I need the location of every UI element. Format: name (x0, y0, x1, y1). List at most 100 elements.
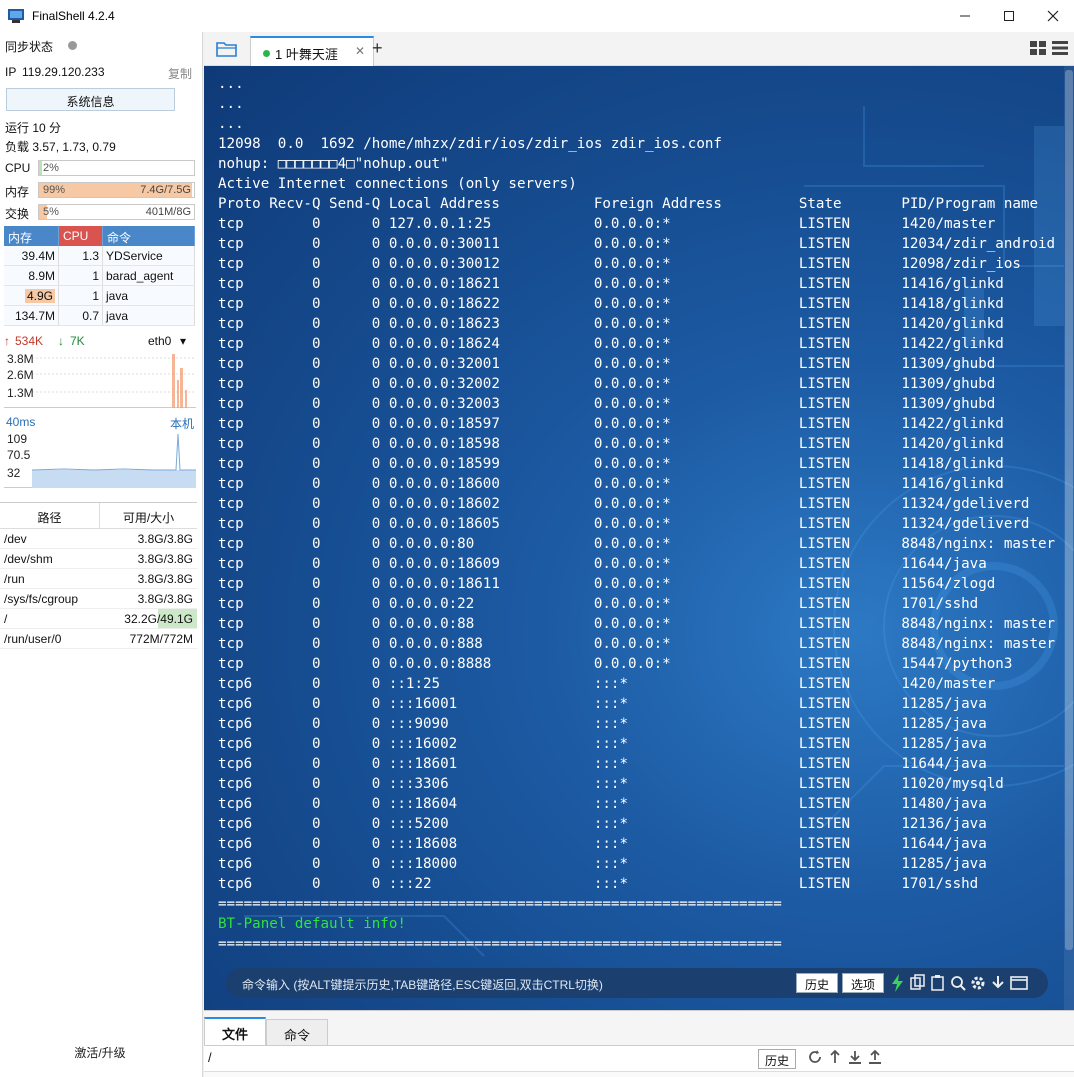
gear-icon[interactable] (970, 974, 986, 992)
search-icon[interactable] (950, 974, 966, 992)
upload-icon[interactable] (868, 1050, 882, 1064)
tab-close-icon[interactable]: ✕ (355, 44, 365, 58)
close-icon (1047, 10, 1059, 22)
terminal-line: tcp6 0 0 :::18601 :::* LISTEN 11644/java (218, 756, 987, 772)
proc-header-cmd[interactable]: 命令 (103, 226, 195, 246)
lightning-icon[interactable] (890, 974, 906, 992)
upload-arrow-icon: ↑ (4, 334, 10, 348)
minimize-icon (960, 15, 970, 17)
terminal-line: tcp 0 0 0.0.0.0:18609 0.0.0.0:* LISTEN 1… (218, 556, 987, 572)
disk-header-path[interactable]: 路径 (0, 503, 100, 528)
swap-amount: 401M/8G (145, 206, 191, 218)
ping-tick: 109 (7, 432, 28, 446)
upgrade-link[interactable]: 激活/升级 (0, 1044, 200, 1061)
download-icon[interactable] (848, 1050, 862, 1064)
paste-icon[interactable] (930, 974, 946, 992)
list-layout-icon[interactable] (1052, 41, 1068, 55)
disk-header-size[interactable]: 可用/大小 (100, 503, 197, 528)
copy-ip-button[interactable]: 复制 (168, 65, 192, 82)
proc-cpu: 0.7 (59, 306, 103, 325)
terminal-scrollbar[interactable] (1064, 66, 1074, 1010)
grid-layout-icon[interactable] (1030, 41, 1046, 55)
terminal-line: tcp 0 0 127.0.0.1:25 0.0.0.0:* LISTEN 14… (218, 216, 996, 232)
copy-icon[interactable] (910, 974, 926, 992)
table-row[interactable]: 8.9M 1 barad_agent (4, 266, 195, 286)
terminal-line: tcp6 0 0 :::9090 :::* LISTEN 11285/java (218, 716, 987, 732)
table-row[interactable]: 39.4M 1.3 YDService (4, 246, 195, 266)
disk-table: 路径 可用/大小 /dev 3.8G/3.8G /dev/shm 3.8G/3.8G… (0, 502, 197, 649)
sidebar: 同步状态 IP 119.29.120.233 复制 系统信息 运行 10 分 负… (0, 32, 203, 1077)
options-button[interactable]: 选项 (842, 973, 885, 993)
table-row[interactable]: 134.7M 0.7 java (4, 306, 195, 326)
up-directory-icon[interactable] (828, 1050, 842, 1064)
sysinfo-button[interactable]: 系统信息 (6, 88, 175, 111)
ip-label: IP (5, 65, 17, 79)
disk-path: /run (4, 572, 25, 586)
table-row[interactable]: /sys/fs/cgroup 3.8G/3.8G (0, 589, 197, 609)
table-row[interactable]: 4.9G 1 java (4, 286, 195, 306)
terminal-line: tcp 0 0 0.0.0.0:18621 0.0.0.0:* LISTEN 1… (218, 276, 1004, 292)
layout-icons (1030, 41, 1068, 55)
table-row[interactable]: /run/user/0 772M/772M (0, 629, 197, 649)
path-history-button[interactable]: 历史 (758, 1049, 797, 1069)
maximize-button[interactable] (986, 0, 1032, 32)
command-toolbar (890, 974, 1028, 992)
minimize-button[interactable] (942, 0, 988, 32)
proc-cpu: 1 (59, 286, 103, 305)
ping-tick: 70.5 (7, 448, 31, 462)
terminal[interactable]: ......... 12098 0.0 1692 /home/mhzx/zdir/… (204, 66, 1074, 1010)
terminal-line: tcp6 0 0 :::18608 :::* LISTEN 11644/java (218, 836, 987, 852)
table-row[interactable]: / 32.2G/49.1G (0, 609, 197, 629)
cpu-bar-fill (39, 161, 43, 175)
path-bar: / 历史 (204, 1045, 1074, 1071)
sync-status-dot-icon (68, 41, 77, 50)
tab-label: 1 叶舞天涯 (275, 47, 338, 62)
proc-header-cpu[interactable]: CPU (59, 226, 103, 246)
terminal-line: 12098 0.0 1692 /home/mhzx/zdir/ios/zdir_… (218, 136, 722, 152)
disk-size: 772M/772M (129, 632, 193, 646)
path-input[interactable]: / (208, 1050, 212, 1065)
app-logo-icon (8, 9, 24, 23)
proc-mem-highlight: 4.9G (24, 289, 55, 303)
terminal-line: ... (218, 96, 244, 112)
cpu-percent: 2% (43, 162, 59, 174)
download-arrow-icon[interactable] (990, 974, 1006, 992)
command-input[interactable]: 命令输入 (按ALT键提示历史,TAB键路径,ESC键返回,双击CTRL切换) … (226, 968, 1048, 998)
proc-header-mem[interactable]: 内存 (4, 226, 59, 246)
cpu-bar: 2% (38, 160, 195, 176)
terminal-line: tcp6 0 0 :::5200 :::* LISTEN 12136/java (218, 816, 987, 832)
terminal-line: tcp 0 0 0.0.0.0:80 0.0.0.0:* LISTEN 8848… (218, 536, 1056, 552)
tab-commands[interactable]: 命令 (266, 1019, 328, 1045)
ping-chart: 109 70.5 32 (4, 430, 196, 488)
tab-session-1[interactable]: 1 叶舞天涯 ✕ (250, 36, 374, 66)
terminal-line: tcp 0 0 0.0.0.0:32001 0.0.0.0:* LISTEN 1… (218, 356, 996, 372)
folder-icon[interactable] (216, 40, 238, 58)
net-iface-select[interactable]: eth0 (148, 334, 171, 348)
disk-size: 3.8G/3.8G (137, 552, 193, 566)
terminal-line: tcp 0 0 0.0.0.0:88 0.0.0.0:* LISTEN 8848… (218, 616, 1056, 632)
tab-files[interactable]: 文件 (204, 1017, 266, 1045)
net-tick: 1.3M (7, 386, 34, 400)
history-button[interactable]: 历史 (796, 973, 839, 993)
terminal-line: ========================================… (218, 896, 782, 912)
terminal-line: tcp 0 0 0.0.0.0:32002 0.0.0.0:* LISTEN 1… (218, 376, 996, 392)
table-row[interactable]: /dev/shm 3.8G/3.8G (0, 549, 197, 569)
chevron-down-icon[interactable]: ▾ (180, 334, 186, 348)
refresh-icon[interactable] (808, 1050, 822, 1064)
terminal-scrollbar-thumb[interactable] (1065, 70, 1073, 950)
terminal-line: tcp 0 0 0.0.0.0:18611 0.0.0.0:* LISTEN 1… (218, 576, 996, 592)
terminal-line: tcp6 0 0 :::22 :::* LISTEN 1701/sshd (218, 876, 979, 892)
table-row[interactable]: /dev 3.8G/3.8G (0, 529, 197, 549)
proc-cpu: 1.3 (59, 246, 103, 265)
table-row[interactable]: /run 3.8G/3.8G (0, 569, 197, 589)
proc-mem: 8.9M (4, 266, 59, 285)
disk-path: / (4, 612, 8, 626)
proc-cmd: java (103, 306, 195, 325)
mem-percent: 99% (43, 184, 66, 196)
add-tab-icon[interactable]: + (372, 38, 383, 59)
close-button[interactable] (1030, 0, 1074, 32)
proc-cmd: java (103, 286, 195, 305)
disk-table-header: 路径 可用/大小 (0, 503, 197, 529)
window-icon[interactable] (1010, 974, 1028, 992)
terminal-line: tcp 0 0 0.0.0.0:18623 0.0.0.0:* LISTEN 1… (218, 316, 1004, 332)
